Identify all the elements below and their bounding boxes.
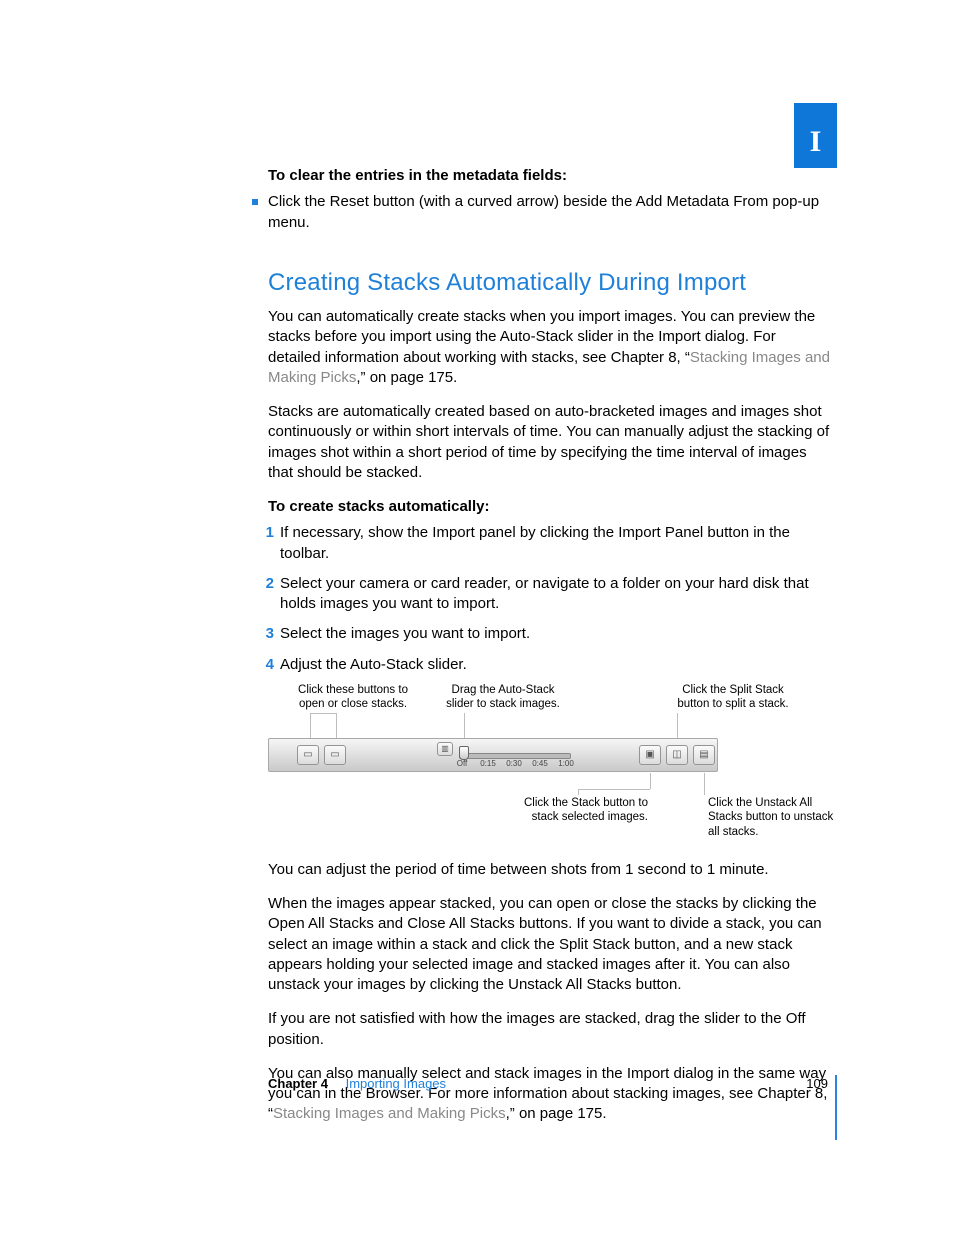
section-title: Creating Stacks Automatically During Imp… bbox=[268, 267, 830, 299]
para-not-satisfied: If you are not satisfied with how the im… bbox=[268, 1009, 830, 1050]
autostack-toolbar: ▭ ▭ ▥ Off 0:15 0:30 0:45 1:00 ▣ ◫ ▤ bbox=[268, 738, 718, 772]
step-2: 2Select your camera or card reader, or n… bbox=[280, 574, 830, 615]
page-footer: Chapter 4 Importing Images 109 bbox=[268, 1075, 830, 1093]
footer-page-number: 109 bbox=[806, 1075, 828, 1093]
clear-metadata-bullet: Click the Reset button (with a curved ar… bbox=[268, 192, 830, 233]
stack-count-icon: ▥ bbox=[437, 742, 453, 756]
split-stack-button[interactable]: ◫ bbox=[666, 745, 688, 765]
open-all-stacks-button[interactable]: ▭ bbox=[297, 745, 319, 765]
clear-metadata-heading: To clear the entries in the metadata fie… bbox=[268, 166, 830, 186]
callout-stack: Click the Stack button to stack selected… bbox=[508, 796, 648, 825]
callout-unstack: Click the Unstack All Stacks button to u… bbox=[708, 796, 838, 839]
page-right-rule bbox=[835, 1075, 837, 1140]
steps-heading: To create stacks automatically: bbox=[268, 497, 830, 517]
para-manual-stack: You can also manually select and stack i… bbox=[268, 1064, 830, 1125]
step-3: 3Select the images you want to import. bbox=[280, 624, 830, 644]
unstack-all-button[interactable]: ▤ bbox=[693, 745, 715, 765]
stack-button[interactable]: ▣ bbox=[639, 745, 661, 765]
para-open-close-split: When the images appear stacked, you can … bbox=[268, 894, 830, 995]
autostack-slider-thumb[interactable] bbox=[459, 746, 469, 760]
callout-drag-slider: Drag the Auto-Stack slider to stack imag… bbox=[438, 683, 568, 712]
autostack-diagram: Click these buttons to open or close sta… bbox=[268, 683, 828, 838]
close-all-stacks-button[interactable]: ▭ bbox=[324, 745, 346, 765]
section-intro-1: You can automatically create stacks when… bbox=[268, 307, 830, 388]
para-adjust-period: You can adjust the period of time betwee… bbox=[268, 860, 830, 880]
footer-chapter-title[interactable]: Importing Images bbox=[346, 1076, 446, 1091]
callout-open-close: Click these buttons to open or close sta… bbox=[288, 683, 418, 712]
page-content: To clear the entries in the metadata fie… bbox=[268, 166, 830, 1139]
callout-split: Click the Split Stack button to split a … bbox=[668, 683, 798, 712]
step-4: 4Adjust the Auto-Stack slider. bbox=[280, 655, 830, 675]
footer-chapter: Chapter 4 bbox=[268, 1076, 328, 1091]
section-intro-2: Stacks are automatically created based o… bbox=[268, 402, 830, 483]
chapter-tab: I bbox=[794, 103, 837, 168]
link-stacking-picks-2[interactable]: Stacking Images and Making Picks bbox=[273, 1105, 506, 1122]
step-1: 1If necessary, show the Import panel by … bbox=[280, 523, 830, 564]
